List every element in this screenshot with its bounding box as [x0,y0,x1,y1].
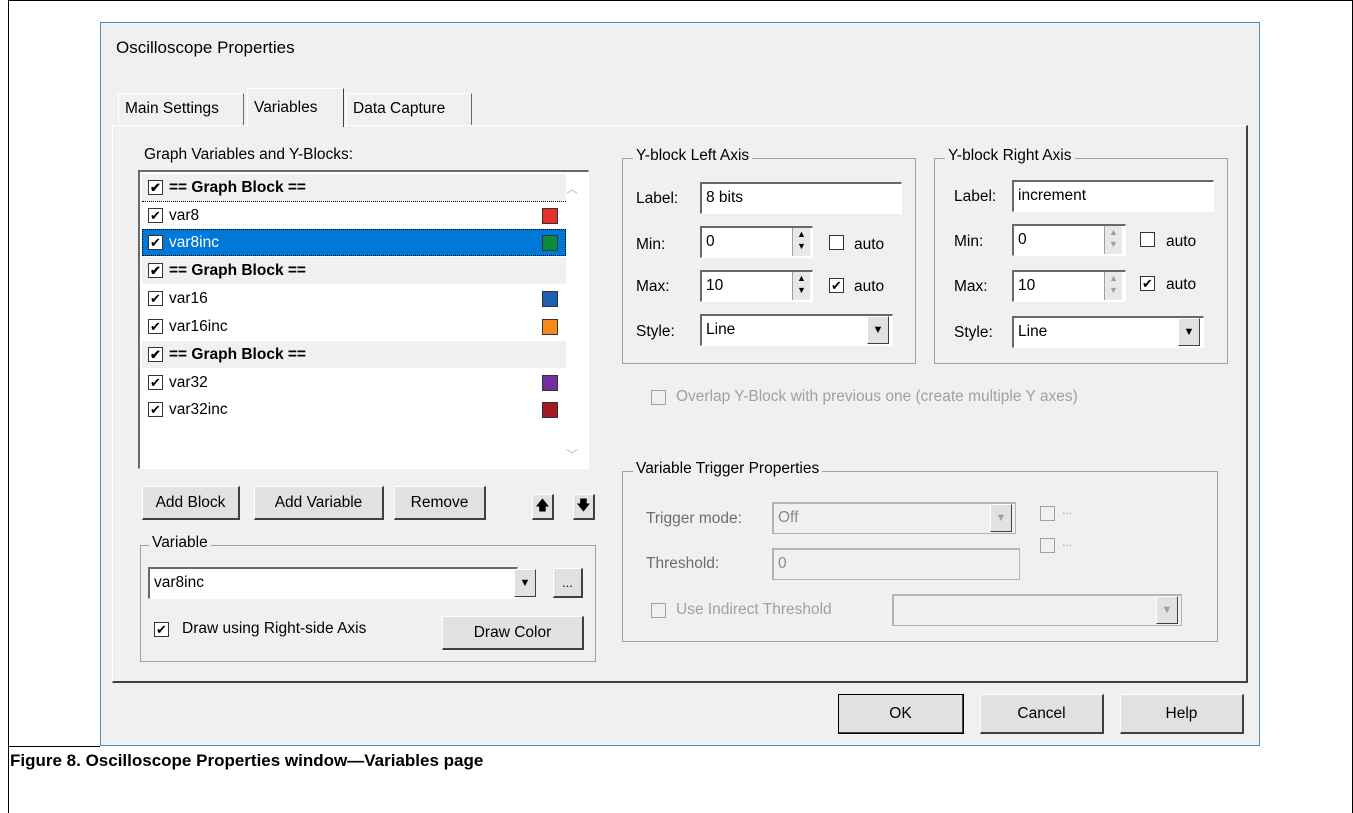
variable-group-title: Variable [149,534,211,552]
list-item-checkbox[interactable]: ✔ [148,180,163,195]
color-swatch [542,375,558,391]
list-item-graph-block[interactable]: ✔ == Graph Block == [142,341,566,368]
left-axis-min-auto-label: auto [854,236,885,253]
caption-divider [8,746,100,747]
graph-variables-list[interactable]: ✔ == Graph Block == ✔ var8 ✔ var8inc ✔ =… [138,170,589,469]
arrow-down-icon[interactable]: 🡇 [573,494,595,520]
left-axis-label-caption: Label: [636,190,679,207]
left-axis-title: Y-block Left Axis [633,147,753,165]
scroll-up-icon[interactable]: ︿ [566,180,578,197]
add-block-button[interactable]: Add Block [142,486,240,520]
list-item-checkbox[interactable]: ✔ [148,291,163,306]
tab-data-capture[interactable]: Data Capture [346,93,472,126]
list-item-variable[interactable]: ✔ var32inc [142,396,566,423]
right-axis-label-caption: Label: [954,188,997,205]
draw-right-axis-label: Draw using Right-side Axis [182,620,367,637]
left-axis-label-input[interactable]: 8 bits [700,182,902,214]
tab-variables[interactable]: Variables [247,88,344,127]
graph-variables-label: Graph Variables and Y-Blocks: [144,146,354,163]
chevron-down-icon[interactable]: ▼ [1178,318,1200,346]
indirect-threshold-select[interactable] [892,594,1182,626]
spin-updown-icon[interactable]: ▲ ▼ [1104,272,1122,300]
right-axis-max-auto-label: auto [1166,276,1197,293]
trigger-mode-caption: Trigger mode: [646,510,742,527]
list-item-checkbox[interactable]: ✔ [148,347,163,362]
spin-updown-icon[interactable]: ▲ ▼ [792,228,810,256]
list-item-graph-block[interactable]: ✔ == Graph Block == [142,257,566,284]
ok-button[interactable]: OK [838,694,964,734]
use-indirect-threshold-checkbox[interactable] [651,603,666,618]
left-axis-max-auto-checkbox[interactable]: ✔ [829,278,844,293]
trigger-side-checkbox-1[interactable] [1040,506,1055,521]
overlap-y-block-checkbox[interactable] [651,390,666,405]
use-indirect-threshold-label: Use Indirect Threshold [676,601,832,618]
draw-right-axis-checkbox[interactable]: ✔ [154,622,169,637]
list-item-checkbox[interactable]: ✔ [148,375,163,390]
variable-select[interactable]: var8inc [148,567,518,599]
trigger-side-label-1: ... [1062,503,1073,517]
list-item-variable-selected[interactable]: ✔ var8inc [142,229,566,256]
chevron-down-icon[interactable]: ▼ [514,569,536,597]
list-item-variable[interactable]: ✔ var32 [142,369,566,396]
left-axis-min-caption: Min: [636,236,666,253]
left-axis-style-select[interactable]: Line [700,314,893,346]
chevron-down-icon[interactable]: ▼ [867,316,889,344]
list-item-checkbox[interactable]: ✔ [148,263,163,278]
left-axis-min-auto-checkbox[interactable] [829,235,844,250]
right-axis-min-caption: Min: [954,233,984,250]
color-swatch [542,402,558,418]
arrow-up-icon[interactable]: 🡅 [532,494,554,520]
chevron-down-icon[interactable]: ▼ [990,504,1012,532]
right-axis-max-auto-checkbox[interactable]: ✔ [1140,276,1155,291]
list-item-variable[interactable]: ✔ var16 [142,285,566,312]
tab-main-settings[interactable]: Main Settings [118,93,244,126]
help-button[interactable]: Help [1120,694,1244,734]
color-swatch [542,291,558,307]
add-variable-button[interactable]: Add Variable [254,486,384,520]
right-axis-title: Y-block Right Axis [945,147,1075,165]
trigger-side-label-2: ... [1062,535,1073,549]
color-swatch [542,208,558,224]
draw-color-button[interactable]: Draw Color [442,616,584,650]
left-axis-style-caption: Style: [636,323,675,340]
color-swatch [542,235,558,251]
list-item-checkbox[interactable]: ✔ [148,208,163,223]
list-item-checkbox[interactable]: ✔ [148,402,163,417]
left-axis-max-caption: Max: [636,278,670,295]
figure-caption: Figure 8. Oscilloscope Properties window… [10,751,484,770]
variable-ellipsis-button[interactable]: ... [553,568,583,598]
list-item-variable[interactable]: ✔ var8 [142,202,566,229]
left-axis-max-auto-label: auto [854,278,885,295]
trigger-side-checkbox-2[interactable] [1040,538,1055,553]
list-item-checkbox[interactable]: ✔ [148,235,163,250]
right-axis-label-input[interactable]: increment [1012,180,1214,212]
list-item-variable[interactable]: ✔ var16inc [142,313,566,340]
right-axis-style-select[interactable]: Line [1012,316,1204,348]
remove-button[interactable]: Remove [394,486,486,520]
overlap-y-block-label: Overlap Y-Block with previous one (creat… [676,388,1078,405]
right-axis-style-caption: Style: [954,324,993,341]
list-item-checkbox[interactable]: ✔ [148,319,163,334]
list-item-graph-block[interactable]: ✔ == Graph Block == [142,174,566,201]
cancel-button[interactable]: Cancel [980,694,1104,734]
spin-updown-icon[interactable]: ▲ ▼ [1104,226,1122,254]
threshold-input[interactable]: 0 [772,548,1020,580]
dialog-title: Oscilloscope Properties [116,38,295,57]
spin-updown-icon[interactable]: ▲ ▼ [792,272,810,300]
color-swatch [542,319,558,335]
right-axis-max-caption: Max: [954,278,988,295]
right-axis-min-auto-label: auto [1166,233,1197,250]
trigger-title: Variable Trigger Properties [633,460,823,478]
scroll-down-icon[interactable]: ﹀ [566,446,578,463]
right-axis-min-auto-checkbox[interactable] [1140,232,1155,247]
trigger-mode-select[interactable]: Off [772,502,1016,534]
chevron-down-icon[interactable]: ▼ [1156,596,1178,624]
threshold-caption: Threshold: [646,555,720,572]
